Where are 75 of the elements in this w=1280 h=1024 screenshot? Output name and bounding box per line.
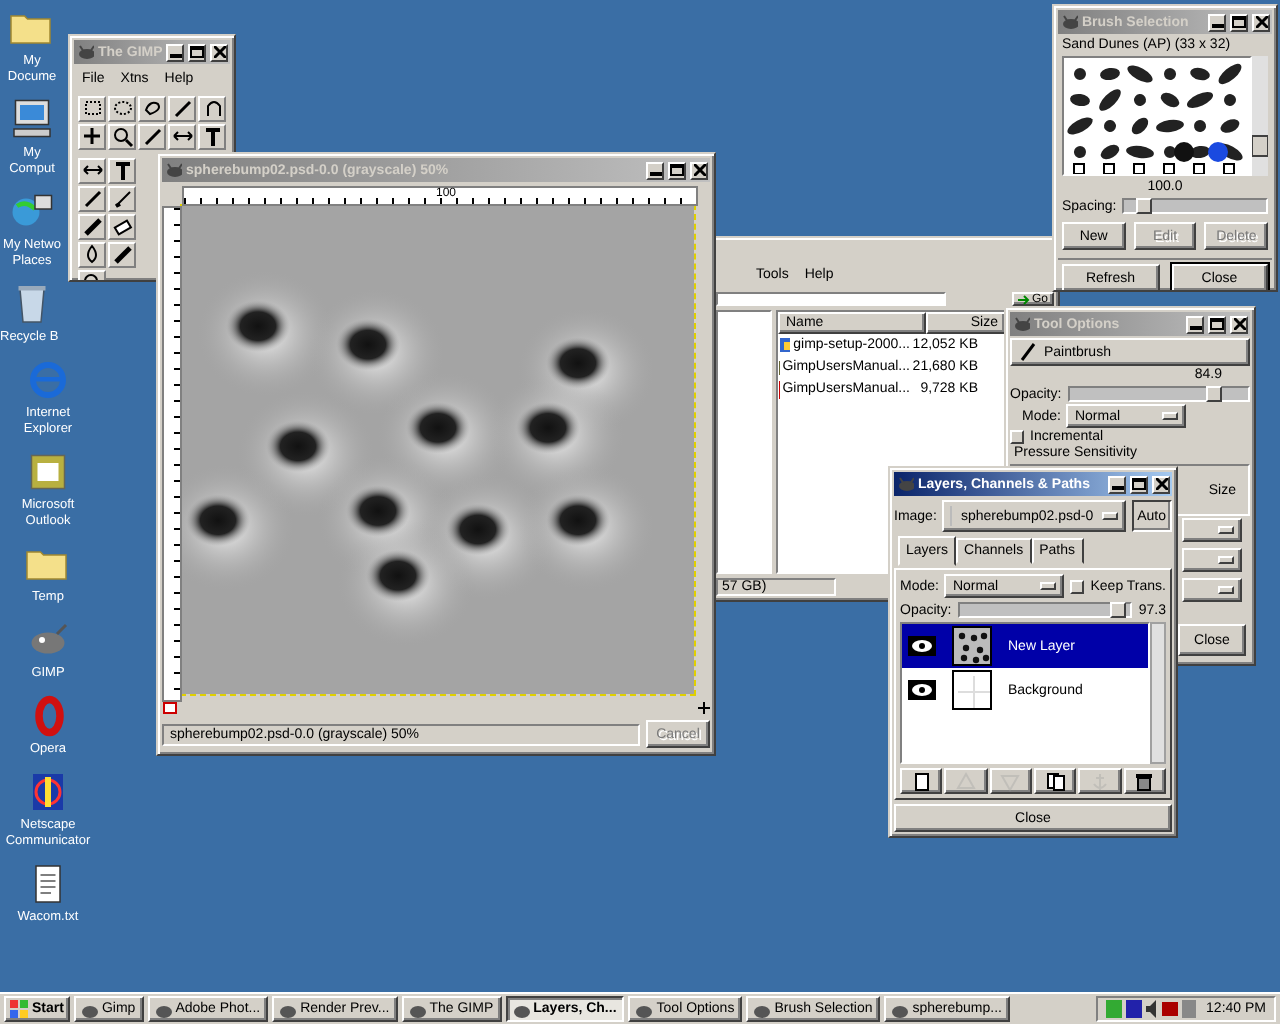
close-icon	[1233, 318, 1245, 330]
maximize-icon	[1210, 318, 1224, 330]
slider-thumb[interactable]	[1136, 198, 1153, 214]
app-icon	[155, 1001, 172, 1017]
close-icon	[1155, 478, 1167, 490]
scrollbar[interactable]	[1150, 622, 1166, 764]
checkbox[interactable]	[1070, 579, 1085, 593]
page-icon	[911, 771, 932, 791]
maximize-button[interactable]	[1130, 475, 1148, 493]
maximize-button[interactable]	[1208, 315, 1226, 333]
move-icon	[81, 126, 103, 148]
line-icon	[81, 188, 103, 210]
copy-icon	[1045, 771, 1066, 791]
minimize-button[interactable]	[166, 43, 184, 61]
minimize-button[interactable]	[1186, 315, 1204, 333]
app-icon	[280, 1001, 297, 1017]
close-button[interactable]	[1230, 315, 1248, 333]
rect-select-icon	[81, 98, 103, 120]
maximize-icon	[190, 46, 204, 58]
scrollbar[interactable]	[1252, 56, 1268, 176]
eye-icon[interactable]	[908, 636, 936, 656]
windows-logo-icon	[10, 1000, 28, 1018]
text-icon	[201, 126, 223, 148]
up-triangle-icon	[955, 771, 976, 791]
slider-thumb[interactable]	[1205, 386, 1222, 402]
drop-icon	[81, 244, 103, 266]
minimize-button[interactable]	[1108, 475, 1126, 493]
checkbox[interactable]	[1010, 430, 1024, 444]
app-icon	[754, 1001, 771, 1017]
anchor-icon	[1089, 771, 1110, 791]
dropdown[interactable]	[1182, 518, 1242, 542]
maximize-icon	[1232, 16, 1246, 28]
trash-icon	[1134, 771, 1155, 791]
slider-thumb[interactable]	[1109, 602, 1126, 618]
layer-thumbnail	[952, 670, 992, 710]
app-icon	[409, 1001, 426, 1017]
app-icon	[892, 1001, 909, 1017]
file-icon	[778, 335, 790, 355]
close-icon	[1255, 16, 1267, 28]
address-field[interactable]	[716, 292, 946, 306]
maximize-button[interactable]	[188, 43, 206, 61]
app-icon	[513, 1001, 530, 1017]
line-icon	[141, 126, 163, 148]
arrow-icon	[1017, 293, 1030, 305]
text-icon	[111, 160, 133, 182]
close-icon	[213, 46, 225, 58]
ellipse-select-icon	[111, 98, 133, 120]
navigate-icon[interactable]	[698, 702, 710, 714]
maximize-icon	[1132, 478, 1146, 490]
close-button[interactable]	[1152, 475, 1170, 493]
dropdown[interactable]	[1182, 578, 1242, 602]
maximize-button[interactable]	[668, 161, 686, 179]
lasso-icon	[141, 98, 163, 120]
layer-action-button[interactable]	[1123, 768, 1166, 794]
minimize-button[interactable]	[1208, 13, 1226, 31]
app-icon	[636, 1001, 653, 1017]
dropdown[interactable]	[1182, 548, 1242, 572]
paintbrush-icon	[1020, 342, 1036, 362]
layer-action-button[interactable]	[900, 768, 943, 794]
close-icon	[693, 164, 705, 176]
app-icon	[81, 1001, 98, 1017]
minimize-button[interactable]	[646, 161, 664, 179]
brush-grid-drawing[interactable]	[1062, 56, 1252, 176]
eraser-icon	[111, 216, 133, 238]
layer-action-button[interactable]	[1033, 768, 1077, 794]
maximize-icon	[670, 164, 684, 176]
close-button[interactable]	[1252, 13, 1270, 31]
maximize-button[interactable]	[1230, 13, 1248, 31]
eye-icon[interactable]	[908, 680, 936, 700]
tray-icons-drawing[interactable]	[1106, 1000, 1199, 1018]
brush-icon	[111, 188, 133, 210]
quickmask-icon[interactable]	[162, 702, 182, 714]
close-button[interactable]	[690, 161, 708, 179]
close-button[interactable]	[210, 43, 228, 61]
down-triangle-icon	[1000, 771, 1021, 791]
